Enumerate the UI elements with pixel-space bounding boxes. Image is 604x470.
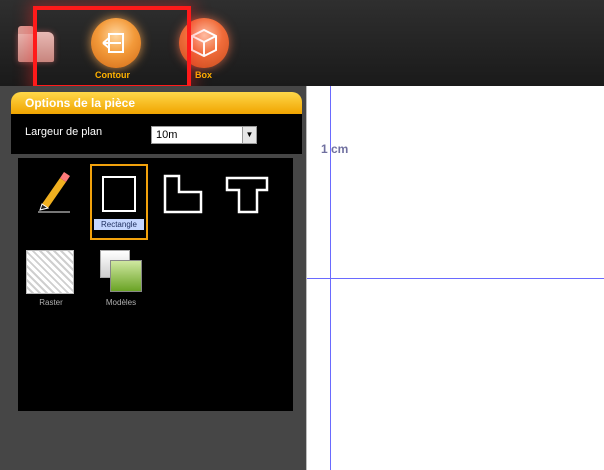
- main-toolbar: Contour Box: [0, 0, 604, 89]
- modeles-icon: [100, 250, 142, 294]
- chevron-down-icon[interactable]: ▼: [242, 127, 256, 143]
- t-shape-icon: [225, 176, 269, 214]
- modeles-label: Modèles: [105, 298, 137, 307]
- drawing-canvas[interactable]: 1 cm: [306, 86, 604, 470]
- modeles-tool[interactable]: Modèles: [94, 250, 148, 314]
- pencil-icon: [38, 172, 70, 213]
- raster-tool[interactable]: Raster: [24, 250, 78, 314]
- rectangle-label: Rectangle: [94, 219, 144, 230]
- rectangle-shape-icon: [102, 176, 136, 212]
- box-label: Box: [195, 70, 213, 80]
- l-shape-tool[interactable]: [161, 172, 209, 216]
- raster-label: Raster: [39, 298, 63, 307]
- pencil-tool[interactable]: [36, 170, 72, 214]
- rectangle-tool[interactable]: Rectangle: [90, 164, 148, 240]
- panel-options: Largeur de plan 10m ▼: [11, 114, 302, 154]
- largeur-value: 10m: [156, 129, 178, 141]
- horizontal-axis-line: [307, 278, 604, 279]
- highlight-box: [33, 6, 191, 89]
- raster-icon: [26, 250, 74, 294]
- largeur-label: Largeur de plan: [25, 126, 103, 138]
- largeur-select[interactable]: 10m ▼: [151, 126, 257, 144]
- l-shape-icon: [163, 174, 203, 214]
- scale-label: 1 cm: [321, 142, 349, 156]
- tools-area: Rectangle Raster Modèles: [18, 158, 293, 411]
- panel-header: Options de la pièce: [11, 92, 302, 114]
- t-shape-tool[interactable]: [223, 172, 271, 216]
